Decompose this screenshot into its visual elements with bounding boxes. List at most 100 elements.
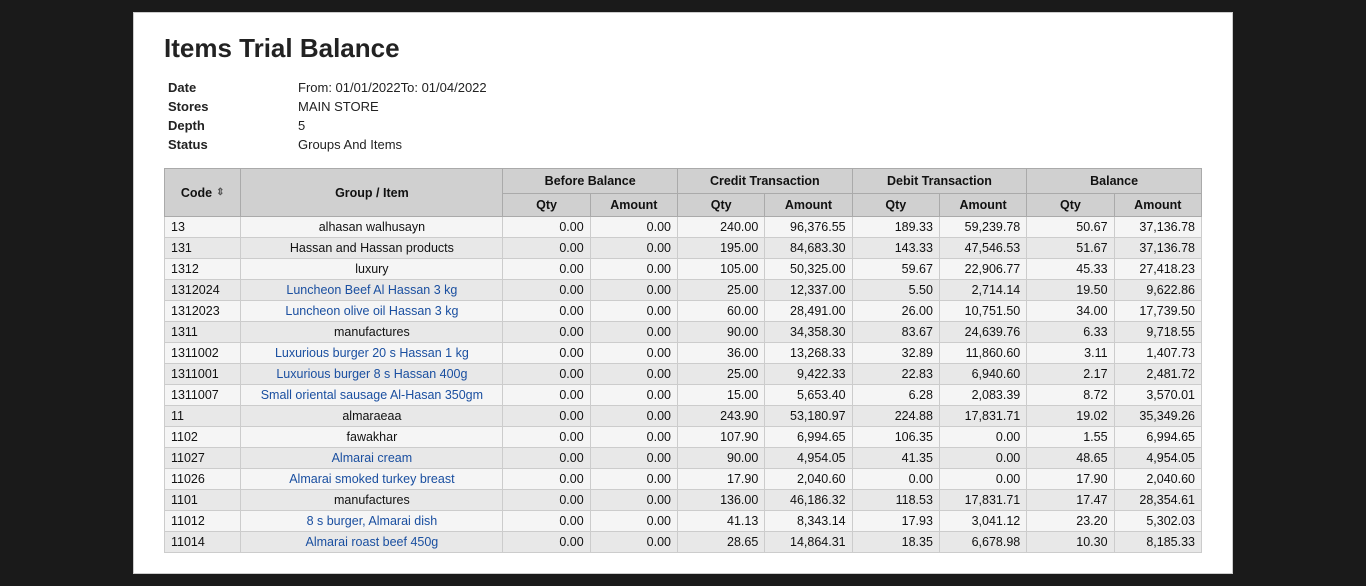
group-item-header: Group / Item xyxy=(241,169,503,217)
row-code: 1102 xyxy=(165,427,241,448)
dt-amt: 47,546.53 xyxy=(939,238,1026,259)
ct-amt: 8,343.14 xyxy=(765,511,852,532)
item-link[interactable]: Luncheon olive oil Hassan 3 kg xyxy=(285,304,458,318)
bb-amt: 0.00 xyxy=(590,406,677,427)
row-item[interactable]: Luxurious burger 20 s Hassan 1 kg xyxy=(241,343,503,364)
table-row: 1311 manufactures 0.00 0.00 90.00 34,358… xyxy=(165,322,1202,343)
row-item: alhasan walhusayn xyxy=(241,217,503,238)
dt-qty: 32.89 xyxy=(852,343,939,364)
ct-qty: 60.00 xyxy=(678,301,765,322)
bal-amt: 1,407.73 xyxy=(1114,343,1201,364)
dt-amt: 24,639.76 xyxy=(939,322,1026,343)
bb-qty: 0.00 xyxy=(503,364,590,385)
bb-amt: 0.00 xyxy=(590,217,677,238)
ct-amt: 4,954.05 xyxy=(765,448,852,469)
ct-amt: 5,653.40 xyxy=(765,385,852,406)
bb-qty: 0.00 xyxy=(503,406,590,427)
stores-label: Stores xyxy=(164,97,294,116)
row-item[interactable]: Luncheon Beef Al Hassan 3 kg xyxy=(241,280,503,301)
item-label: luxury xyxy=(355,262,388,276)
bb-amt: 0.00 xyxy=(590,343,677,364)
item-link[interactable]: Almarai cream xyxy=(332,451,413,465)
table-row: 11027 Almarai cream 0.00 0.00 90.00 4,95… xyxy=(165,448,1202,469)
row-item[interactable]: Luxurious burger 8 s Hassan 400g xyxy=(241,364,503,385)
ct-amt: 2,040.60 xyxy=(765,469,852,490)
table-row: 11 almaraeaa 0.00 0.00 243.90 53,180.97 … xyxy=(165,406,1202,427)
row-code: 11 xyxy=(165,406,241,427)
bb-amt: 0.00 xyxy=(590,469,677,490)
bal-qty: 17.47 xyxy=(1027,490,1114,511)
item-link[interactable]: Luncheon Beef Al Hassan 3 kg xyxy=(286,283,457,297)
table-row: 1312 luxury 0.00 0.00 105.00 50,325.00 5… xyxy=(165,259,1202,280)
row-item[interactable]: Almarai cream xyxy=(241,448,503,469)
dt-amt: 22,906.77 xyxy=(939,259,1026,280)
bb-amt: 0.00 xyxy=(590,280,677,301)
item-label: manufactures xyxy=(334,325,410,339)
dt-qty: 143.33 xyxy=(852,238,939,259)
bb-qty: 0.00 xyxy=(503,469,590,490)
ct-qty: 28.65 xyxy=(678,532,765,553)
ct-amt: 53,180.97 xyxy=(765,406,852,427)
row-item[interactable]: Luncheon olive oil Hassan 3 kg xyxy=(241,301,503,322)
dt-qty: 118.53 xyxy=(852,490,939,511)
bal-amt: 37,136.78 xyxy=(1114,217,1201,238)
bb-amt: 0.00 xyxy=(590,427,677,448)
ct-qty: 25.00 xyxy=(678,364,765,385)
bb-qty: 0.00 xyxy=(503,259,590,280)
bb-qty: 0.00 xyxy=(503,238,590,259)
status-value: Groups And Items xyxy=(294,135,1202,154)
bal-amt: 27,418.23 xyxy=(1114,259,1201,280)
ct-amt: 34,358.30 xyxy=(765,322,852,343)
bal-amt: 37,136.78 xyxy=(1114,238,1201,259)
row-code: 1311 xyxy=(165,322,241,343)
debit-transaction-header: Debit Transaction xyxy=(852,169,1027,194)
table-row: 11014 Almarai roast beef 450g 0.00 0.00 … xyxy=(165,532,1202,553)
table-row: 1311001 Luxurious burger 8 s Hassan 400g… xyxy=(165,364,1202,385)
ct-amt: 50,325.00 xyxy=(765,259,852,280)
row-item[interactable]: Small oriental sausage Al-Hasan 350gm xyxy=(241,385,503,406)
item-label: manufactures xyxy=(334,493,410,507)
bal-qty: 2.17 xyxy=(1027,364,1114,385)
ct-qty: 195.00 xyxy=(678,238,765,259)
dt-amt: 0.00 xyxy=(939,427,1026,448)
bb-amt: 0.00 xyxy=(590,385,677,406)
row-code: 1311002 xyxy=(165,343,241,364)
bb-qty: 0.00 xyxy=(503,301,590,322)
row-item: almaraeaa xyxy=(241,406,503,427)
ct-qty: 17.90 xyxy=(678,469,765,490)
dt-amt: 17,831.71 xyxy=(939,406,1026,427)
item-link[interactable]: 8 s burger, Almarai dish xyxy=(307,514,438,528)
item-label: fawakhar xyxy=(347,430,398,444)
row-code: 11027 xyxy=(165,448,241,469)
dt-amt: 2,714.14 xyxy=(939,280,1026,301)
bb-amt: 0.00 xyxy=(590,532,677,553)
ct-amt: 12,337.00 xyxy=(765,280,852,301)
code-header[interactable]: Code ⇕ xyxy=(165,169,241,217)
ct-amt: 6,994.65 xyxy=(765,427,852,448)
bal-qty: 10.30 xyxy=(1027,532,1114,553)
ct-qty: 240.00 xyxy=(678,217,765,238)
row-code: 11026 xyxy=(165,469,241,490)
bal-qty: 1.55 xyxy=(1027,427,1114,448)
row-item[interactable]: Almarai roast beef 450g xyxy=(241,532,503,553)
row-item: manufactures xyxy=(241,490,503,511)
bal-qty: 6.33 xyxy=(1027,322,1114,343)
dt-qty: 18.35 xyxy=(852,532,939,553)
item-link[interactable]: Almarai roast beef 450g xyxy=(306,535,439,549)
table-row: 11026 Almarai smoked turkey breast 0.00 … xyxy=(165,469,1202,490)
bal-qty: 19.02 xyxy=(1027,406,1114,427)
dt-amt: 0.00 xyxy=(939,469,1026,490)
item-link[interactable]: Small oriental sausage Al-Hasan 350gm xyxy=(261,388,483,402)
credit-transaction-header: Credit Transaction xyxy=(678,169,853,194)
item-link[interactable]: Luxurious burger 20 s Hassan 1 kg xyxy=(275,346,469,360)
item-link[interactable]: Luxurious burger 8 s Hassan 400g xyxy=(276,367,467,381)
row-item[interactable]: Almarai smoked turkey breast xyxy=(241,469,503,490)
bal-amt-header: Amount xyxy=(1114,194,1201,217)
dt-qty: 22.83 xyxy=(852,364,939,385)
item-link[interactable]: Almarai smoked turkey breast xyxy=(289,472,454,486)
date-label: Date xyxy=(164,78,294,97)
row-item[interactable]: 8 s burger, Almarai dish xyxy=(241,511,503,532)
bal-qty: 50.67 xyxy=(1027,217,1114,238)
dt-qty: 5.50 xyxy=(852,280,939,301)
balance-header: Balance xyxy=(1027,169,1202,194)
